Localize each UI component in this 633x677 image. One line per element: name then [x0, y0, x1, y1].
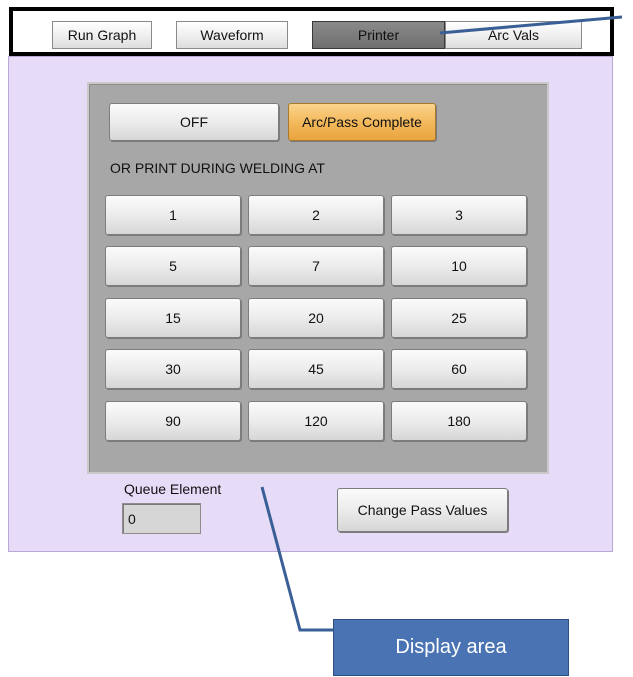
display-area-callout: Display area	[333, 619, 569, 676]
display-area-callout-line	[260, 486, 333, 632]
tab-callout-line	[439, 15, 623, 35]
callout-lines	[260, 15, 623, 632]
